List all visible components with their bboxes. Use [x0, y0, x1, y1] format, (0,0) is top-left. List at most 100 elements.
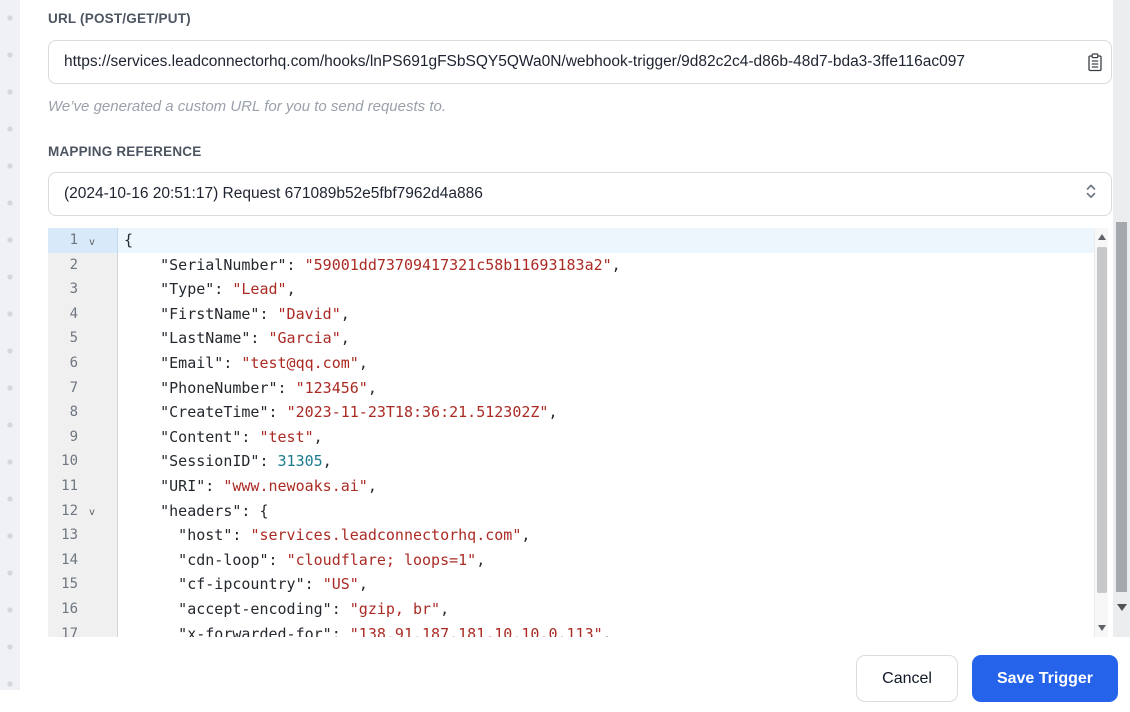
- editor-line[interactable]: 11 "URI": "www.newoaks.ai",: [48, 473, 1108, 499]
- editor-gutter-cell: 10: [48, 449, 118, 474]
- code-line-content: "headers": {: [124, 501, 269, 520]
- editor-line[interactable]: 17 "x-forwarded-for": "138.91.187.181,10…: [48, 621, 1108, 638]
- code-line-content: "SerialNumber": "59001dd73709417321c58b1…: [124, 255, 621, 274]
- editor-line[interactable]: 3 "Type": "Lead",: [48, 277, 1108, 302]
- editor-line[interactable]: 2 "SerialNumber": "59001dd73709417321c58…: [48, 252, 1108, 278]
- page-scrollbar-thumb[interactable]: [1115, 222, 1127, 592]
- editor-line[interactable]: 15 "cf-ipcountry": "US",: [48, 572, 1108, 597]
- line-number: 1: [69, 232, 78, 248]
- editor-gutter-cell: 2: [48, 252, 118, 278]
- line-number: 7: [69, 379, 78, 396]
- editor-gutter-cell: 7: [48, 375, 118, 401]
- editor-gutter-cell: 15: [48, 572, 118, 597]
- code-line-content: {: [118, 228, 1108, 253]
- line-number: 15: [61, 576, 78, 593]
- scroll-up-arrow-icon[interactable]: [1098, 234, 1106, 240]
- editor-gutter-cell: 3: [48, 277, 118, 302]
- editor-scrollbar-thumb[interactable]: [1096, 247, 1107, 593]
- clipboard-copy-icon: [1087, 53, 1103, 75]
- up-down-chevron-icon: [1085, 182, 1097, 206]
- editor-line[interactable]: 1 v{: [48, 228, 1108, 253]
- editor-gutter-cell: 13: [48, 523, 118, 548]
- editor-line[interactable]: 6 "Email": "test@qq.com",: [48, 350, 1108, 376]
- line-number: 4: [69, 305, 78, 322]
- code-line-content: "CreateTime": "2023-11-23T18:36:21.51230…: [124, 403, 558, 422]
- scroll-down-arrow-icon[interactable]: [1098, 625, 1106, 631]
- editor-line[interactable]: 13 "host": "services.leadconnectorhq.com…: [48, 523, 1108, 548]
- line-number: 16: [61, 600, 78, 617]
- editor-gutter-cell: 12 v: [48, 498, 118, 524]
- code-line-content: "SessionID": 31305,: [124, 452, 332, 471]
- fold-toggle-icon[interactable]: v: [78, 233, 106, 248]
- code-line-content: "cdn-loop": "cloudflare; loops=1",: [124, 550, 486, 569]
- editor-gutter-cell: 5: [48, 326, 118, 351]
- code-line-content: "Email": "test@qq.com",: [124, 353, 368, 372]
- code-editor-lines: 1 v{2 "SerialNumber": "59001dd73709417321…: [48, 228, 1108, 637]
- editor-line[interactable]: 14 "cdn-loop": "cloudflare; loops=1",: [48, 547, 1108, 573]
- copy-url-button[interactable]: [1086, 53, 1104, 72]
- request-payload-code-editor[interactable]: 1 v{2 "SerialNumber": "59001dd73709417321…: [48, 228, 1108, 637]
- editor-gutter-cell: 14: [48, 547, 118, 573]
- url-field-label: URL (POST/GET/PUT): [48, 11, 191, 26]
- line-number: 6: [69, 354, 78, 371]
- editor-line[interactable]: 9 "Content": "test",: [48, 424, 1108, 450]
- editor-line[interactable]: 8 "CreateTime": "2023-11-23T18:36:21.512…: [48, 400, 1108, 425]
- editor-line[interactable]: 12 v "headers": {: [48, 498, 1108, 524]
- line-number: 5: [69, 330, 78, 347]
- line-number: 9: [69, 428, 78, 445]
- code-line-content: "Content": "test",: [124, 427, 323, 446]
- mapping-reference-select[interactable]: (2024-10-16 20:51:17) Request 671089b52e…: [48, 172, 1112, 216]
- editor-scrollbar[interactable]: [1094, 228, 1108, 637]
- canvas-dots-strip: [0, 0, 20, 690]
- editor-line[interactable]: 16 "accept-encoding": "gzip, br",: [48, 596, 1108, 622]
- mapping-reference-label: MAPPING REFERENCE: [48, 144, 202, 159]
- line-number: 13: [61, 527, 78, 544]
- save-trigger-button[interactable]: Save Trigger: [971, 655, 1118, 702]
- fold-toggle-icon[interactable]: v: [78, 503, 106, 518]
- line-number: 2: [69, 256, 78, 273]
- footer-actions: Cancel Save Trigger: [856, 655, 1118, 702]
- webhook-url-input[interactable]: [48, 40, 1112, 84]
- editor-line[interactable]: 7 "PhoneNumber": "123456",: [48, 375, 1108, 401]
- line-number: 8: [69, 404, 78, 421]
- line-number: 3: [69, 281, 78, 298]
- editor-line[interactable]: 5 "LastName": "Garcia",: [48, 326, 1108, 351]
- line-number: 12: [61, 502, 78, 519]
- code-line-content: "accept-encoding": "gzip, br",: [124, 599, 450, 618]
- page-scrollbar[interactable]: [1113, 0, 1130, 637]
- url-input-wrap: [48, 40, 1112, 84]
- editor-line[interactable]: 4 "FirstName": "David",: [48, 301, 1108, 327]
- code-line-content: "LastName": "Garcia",: [124, 329, 350, 348]
- line-number: 11: [61, 477, 78, 494]
- code-line-content: "Type": "Lead",: [124, 280, 296, 299]
- editor-gutter-cell: 1v: [48, 228, 118, 253]
- cancel-button[interactable]: Cancel: [856, 655, 958, 702]
- url-helper-text: We’ve generated a custom URL for you to …: [48, 98, 446, 115]
- line-number: 17: [61, 625, 78, 638]
- editor-gutter-cell: 4: [48, 301, 118, 327]
- editor-gutter-cell: 8: [48, 400, 118, 425]
- editor-gutter-cell: 6: [48, 350, 118, 376]
- code-line-content: "FirstName": "David",: [124, 304, 350, 323]
- editor-line[interactable]: 10 "SessionID": 31305,: [48, 449, 1108, 474]
- page-scroll-down-arrow-icon[interactable]: [1117, 604, 1127, 611]
- editor-gutter-cell: 17: [48, 621, 118, 638]
- code-line-content: "PhoneNumber": "123456",: [124, 378, 377, 397]
- code-line-content: "x-forwarded-for": "138.91.187.181,10.10…: [124, 624, 612, 638]
- editor-gutter-cell: 16: [48, 596, 118, 622]
- code-line-content: "host": "services.leadconnectorhq.com",: [124, 526, 531, 545]
